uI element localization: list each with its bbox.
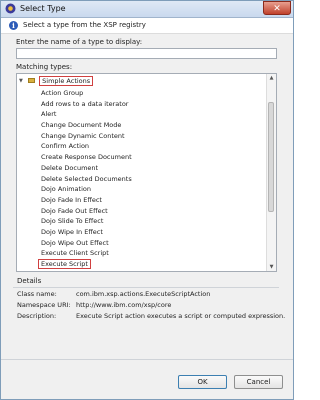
expand-collapse-icon[interactable]: ▼ [19, 76, 25, 86]
class-name-row: Class name: com.ibm.xsp.actions.ExecuteSc… [17, 290, 210, 299]
list-item[interactable]: Delete Selected Documents [41, 174, 132, 185]
list-item-label: Dojo Fade Out Effect [41, 206, 108, 215]
list-item-label: Action Group [41, 89, 84, 97]
list-item[interactable]: Execute Client Script [41, 248, 132, 259]
list-item-label: Change Dynamic Content [41, 131, 125, 140]
namespace-value: http://www.ibm.com/xsp/core [76, 301, 172, 309]
filter-label: Enter the name of a type to display: [16, 38, 143, 46]
window-title: Select Type [20, 4, 66, 13]
scroll-down-icon[interactable]: ▼ [267, 263, 276, 271]
cancel-button[interactable]: Cancel [234, 375, 283, 389]
list-item-label: Dojo Slide To Effect [41, 217, 104, 226]
list-item-label: Alert [41, 110, 57, 119]
class-name-key: Class name: [17, 290, 57, 298]
list-item[interactable]: Dojo Fade In Effect [41, 195, 132, 206]
type-name-input[interactable] [16, 48, 277, 59]
tree-root-label: Simple Actions [39, 76, 94, 86]
details-header: Details [17, 277, 42, 285]
list-item[interactable]: Dojo Wipe Out Effect [41, 238, 132, 249]
banner-message: Select a type from the XSP registry [23, 21, 146, 29]
info-banner: i Select a type from the XSP registry [1, 18, 293, 34]
ok-button[interactable]: OK [178, 375, 227, 389]
list-item-label: Delete Selected Documents [41, 174, 132, 183]
list-item-label: Dojo Animation [41, 185, 91, 194]
list-item-selected[interactable]: Execute Script [38, 259, 132, 270]
list-item-label: Change Document Mode [41, 121, 122, 130]
list-item[interactable]: Create Response Document [41, 152, 132, 163]
list-item[interactable]: Dojo Animation [41, 184, 132, 195]
list-item[interactable]: Change Document Mode [41, 120, 132, 131]
description-key: Description: [17, 312, 57, 320]
list-item[interactable]: Action Group [41, 88, 132, 99]
close-button[interactable]: ✕ [263, 1, 291, 15]
title-bar[interactable]: Select Type ✕ [1, 1, 293, 18]
footer-separator [1, 359, 293, 360]
list-item[interactable]: Dojo Wipe In Effect [41, 227, 132, 238]
namespace-key: Namespace URI: [17, 301, 71, 309]
vertical-scrollbar[interactable]: ▲ ▼ [266, 74, 276, 271]
select-type-dialog: Select Type ✕ i Select a type from the X… [0, 0, 294, 400]
matching-types-label: Matching types: [16, 63, 73, 71]
description-value: Execute Script action executes a script … [76, 312, 286, 320]
list-item[interactable]: Modify Field [41, 270, 132, 272]
list-item-label: Dojo Fade In Effect [41, 195, 102, 204]
app-icon [5, 3, 16, 14]
scroll-up-icon[interactable]: ▲ [267, 74, 276, 82]
folder-icon [28, 78, 36, 83]
list-item-label: Create Response Document [41, 153, 132, 162]
details-separator [13, 287, 279, 288]
list-item-label: Execute Script [38, 259, 91, 269]
list-item-label: Delete Document [41, 163, 99, 172]
list-item[interactable]: Dojo Slide To Effect [41, 216, 132, 227]
scrollbar-thumb[interactable] [268, 102, 274, 212]
list-item[interactable]: Alert [41, 109, 132, 120]
class-name-value: com.ibm.xsp.actions.ExecuteScriptAction [76, 290, 211, 298]
list-item-label: Confirm Action [41, 142, 90, 151]
list-item[interactable]: Change Dynamic Content [41, 131, 132, 142]
matching-types-list[interactable]: ▼ Simple Actions Action Group Add rows to… [16, 73, 277, 272]
list-item[interactable]: Delete Document [41, 163, 132, 174]
list-item-label: Add rows to a data iterator [41, 99, 129, 108]
list-item-label: Dojo Wipe In Effect [41, 227, 103, 236]
list-item-label: Execute Client Script [41, 249, 109, 258]
list-item[interactable]: Confirm Action [41, 141, 132, 152]
list-item-label: Modify Field [41, 271, 80, 272]
tree-children: Action Group Add rows to a data iterator A… [38, 88, 132, 272]
list-item[interactable]: Add rows to a data iterator [41, 99, 132, 110]
description-row: Description: Execute Script action execut… [17, 312, 285, 321]
info-icon: i [9, 21, 18, 30]
namespace-row: Namespace URI: http://www.ibm.com/xsp/cor… [17, 301, 171, 310]
tree-root-simple-actions[interactable]: ▼ Simple Actions [19, 76, 94, 86]
list-item-label: Dojo Wipe Out Effect [41, 238, 109, 247]
details-group: Details Class name: com.ibm.xsp.actions.E… [13, 277, 285, 325]
list-item[interactable]: Dojo Fade Out Effect [41, 206, 132, 217]
